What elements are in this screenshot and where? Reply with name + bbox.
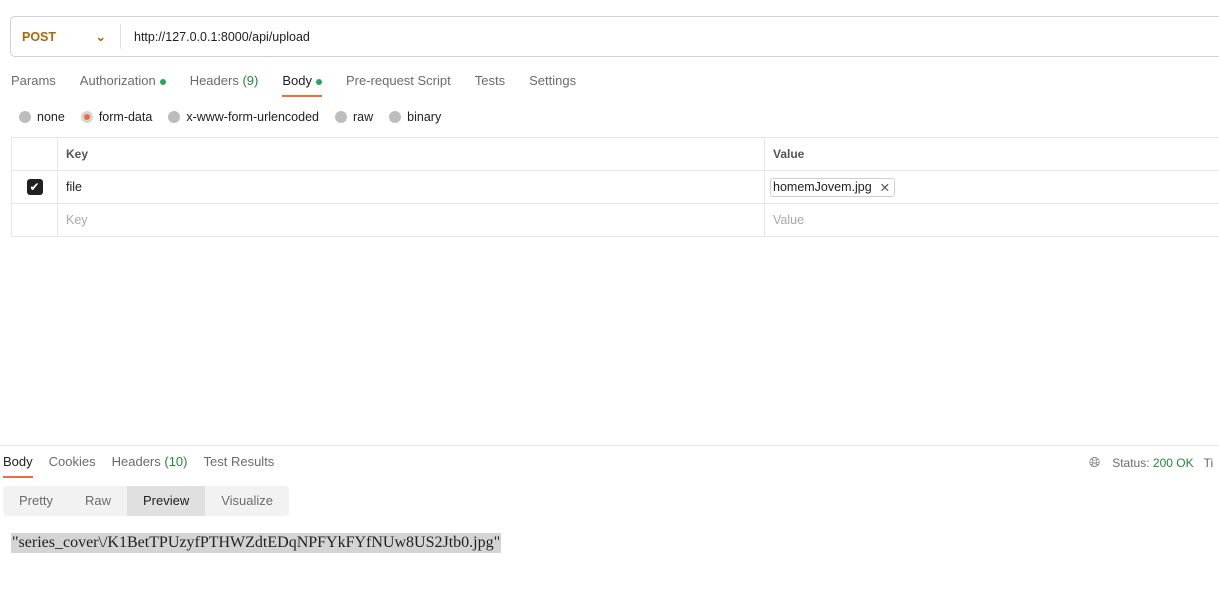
response-status: 🌐︎ Status: 200 OK Ti	[1089, 454, 1213, 471]
response-tab-headers[interactable]: Headers (10)	[112, 454, 188, 478]
tab-pre-request-script[interactable]: Pre-request Script	[346, 73, 451, 97]
tab-headers[interactable]: Headers (9)	[190, 73, 259, 97]
method-label: POST	[22, 29, 57, 44]
radio-circle	[19, 111, 31, 123]
key-input[interactable]: Key	[57, 203, 765, 237]
status-value: 200 OK	[1152, 455, 1194, 470]
response-tab-test-results[interactable]: Test Results	[204, 454, 275, 478]
response-tabs: Body Cookies Headers (10) Test Results	[3, 454, 290, 478]
key-header: Key	[57, 137, 765, 171]
radio-label: none	[37, 110, 65, 124]
radio-binary[interactable]: binary	[389, 110, 441, 124]
table-row-empty: Key Value	[11, 203, 1219, 237]
tab-authorization[interactable]: Authorization	[80, 73, 166, 97]
headers-count: (10)	[164, 454, 188, 469]
radio-form-data[interactable]: form-data	[80, 110, 153, 124]
request-tabs: Params Authorization Headers (9) Body Pr…	[11, 73, 600, 97]
globe-icon[interactable]: 🌐︎	[1089, 454, 1100, 471]
request-bar: POST ⌄ http://127.0.0.1:8000/api/upload	[10, 16, 1219, 57]
tab-label: Body	[282, 73, 312, 88]
tab-settings[interactable]: Settings	[529, 73, 576, 97]
file-chip: homemJovem.jpg ✕	[770, 177, 896, 197]
pane-divider[interactable]	[0, 445, 1219, 446]
radio-label: x-www-form-urlencoded	[186, 110, 319, 124]
radio-label: form-data	[98, 110, 153, 124]
value-cell[interactable]: homemJovem.jpg ✕	[764, 170, 1219, 204]
indicator-dot	[159, 78, 166, 85]
view-raw[interactable]: Raw	[69, 486, 127, 516]
radio-circle	[389, 111, 402, 123]
status-label: Status:	[1112, 455, 1150, 470]
view-pretty[interactable]: Pretty	[3, 486, 69, 516]
key-cell[interactable]: file	[57, 170, 765, 204]
tab-body[interactable]: Body	[282, 73, 322, 97]
tab-label: Headers	[189, 73, 239, 88]
indicator-dot	[315, 78, 322, 85]
radio-circle	[335, 111, 347, 123]
method-select[interactable]: POST ⌄	[11, 24, 121, 49]
tab-tests[interactable]: Tests	[475, 73, 505, 97]
response-preview-output: "series_cover\/K1BetTPUzyfPTHWZdtEDqNPFY…	[11, 533, 502, 553]
time-label: Ti	[1203, 455, 1214, 470]
body-mode-radios: none form-data x-www-form-urlencoded raw…	[19, 110, 457, 124]
tab-label: Authorization	[79, 73, 156, 88]
view-visualize[interactable]: Visualize	[205, 486, 289, 516]
view-preview[interactable]: Preview	[126, 486, 206, 516]
radio-circle	[80, 111, 93, 123]
form-data-table: Key Value ✔ file homemJovem.jpg ✕ Key Valu…	[11, 137, 1219, 237]
headers-count: (9)	[242, 73, 259, 88]
response-tab-cookies[interactable]: Cookies	[49, 454, 96, 478]
response-view-toggle: Pretty Raw Preview Visualize	[3, 486, 290, 516]
table-row: ✔ file homemJovem.jpg ✕	[11, 170, 1219, 204]
radio-raw[interactable]: raw	[335, 110, 373, 124]
url-input[interactable]: http://127.0.0.1:8000/api/upload	[121, 30, 310, 44]
close-icon[interactable]: ✕	[880, 180, 890, 195]
value-input[interactable]: Value	[764, 203, 1219, 237]
value-header: Value	[764, 137, 1219, 171]
tab-label: Headers	[111, 454, 161, 469]
tab-params[interactable]: Params	[11, 73, 56, 97]
radio-none[interactable]: none	[19, 110, 65, 124]
radio-circle	[168, 111, 181, 123]
row-checkbox[interactable]: ✔	[26, 179, 43, 195]
radio-label: raw	[353, 110, 374, 124]
chevron-down-icon: ⌄	[95, 30, 106, 44]
radio-label: binary	[407, 110, 442, 124]
file-name: homemJovem.jpg	[773, 180, 872, 194]
table-header: Key Value	[11, 137, 1219, 171]
radio-urlencoded[interactable]: x-www-form-urlencoded	[168, 110, 319, 124]
response-tab-body[interactable]: Body	[3, 454, 33, 478]
